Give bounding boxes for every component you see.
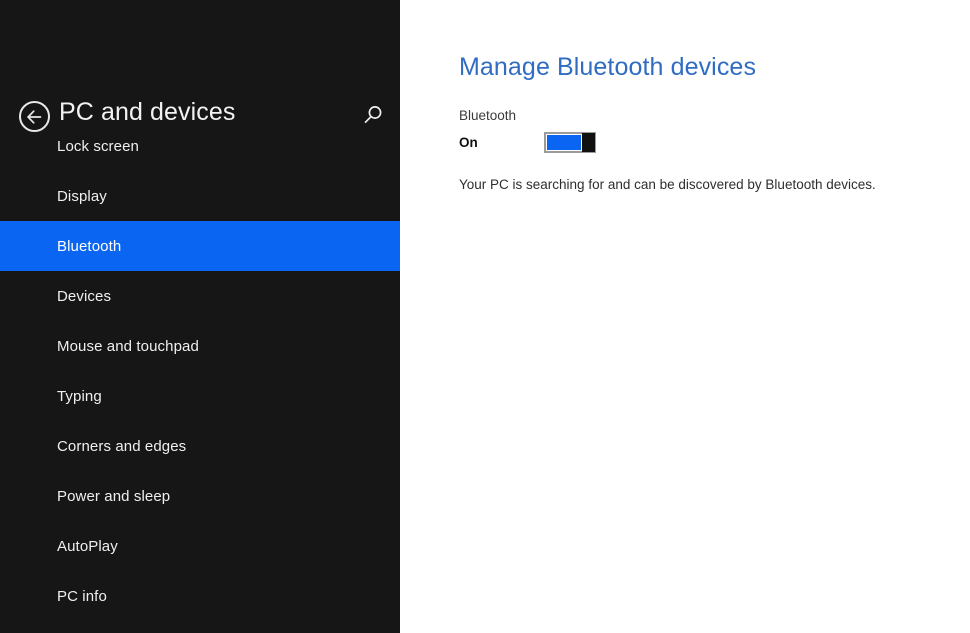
sidebar-nav-list: Lock screen Display Bluetooth Devices Mo… [0, 121, 400, 621]
sidebar-item-autoplay[interactable]: AutoPlay [0, 521, 400, 571]
toggle-track-fill [547, 134, 581, 150]
sidebar-item-bluetooth[interactable]: Bluetooth [0, 221, 400, 271]
sidebar-item-mouse-and-touchpad[interactable]: Mouse and touchpad [0, 321, 400, 371]
sidebar-item-label: Lock screen [57, 137, 139, 155]
sidebar-item-label: Typing [57, 387, 102, 405]
sidebar: PC and devices Lock screen Display Bluet… [0, 0, 400, 633]
bluetooth-toggle-switch[interactable] [544, 131, 596, 153]
bluetooth-setting-block: Bluetooth On [459, 107, 596, 153]
page-title: Manage Bluetooth devices [459, 53, 757, 81]
sidebar-item-display[interactable]: Display [0, 171, 400, 221]
sidebar-item-corners-and-edges[interactable]: Corners and edges [0, 421, 400, 471]
sidebar-item-typing[interactable]: Typing [0, 371, 400, 421]
content-pane: Manage Bluetooth devices Bluetooth On Yo… [400, 0, 970, 633]
settings-screen: PC and devices Lock screen Display Bluet… [0, 0, 970, 633]
bluetooth-status-description: Your PC is searching for and can be disc… [459, 177, 876, 192]
sidebar-item-label: Power and sleep [57, 487, 171, 505]
sidebar-item-label: Devices [57, 287, 112, 305]
sidebar-item-pc-info[interactable]: PC info [0, 571, 400, 621]
sidebar-header: PC and devices [0, 46, 400, 132]
sidebar-item-label: Mouse and touchpad [57, 337, 199, 355]
bluetooth-toggle-state: On [459, 134, 478, 150]
sidebar-item-label: AutoPlay [57, 537, 118, 555]
toggle-thumb [582, 132, 595, 152]
sidebar-item-label: Bluetooth [57, 237, 122, 255]
bluetooth-toggle-row: On [459, 131, 596, 153]
sidebar-item-devices[interactable]: Devices [0, 271, 400, 321]
sidebar-item-label: PC info [57, 587, 107, 605]
sidebar-item-label: Display [57, 187, 107, 205]
bluetooth-setting-label: Bluetooth [459, 108, 517, 123]
sidebar-item-lock-screen[interactable]: Lock screen [0, 121, 400, 171]
sidebar-item-label: Corners and edges [57, 437, 187, 455]
sidebar-item-power-and-sleep[interactable]: Power and sleep [0, 471, 400, 521]
